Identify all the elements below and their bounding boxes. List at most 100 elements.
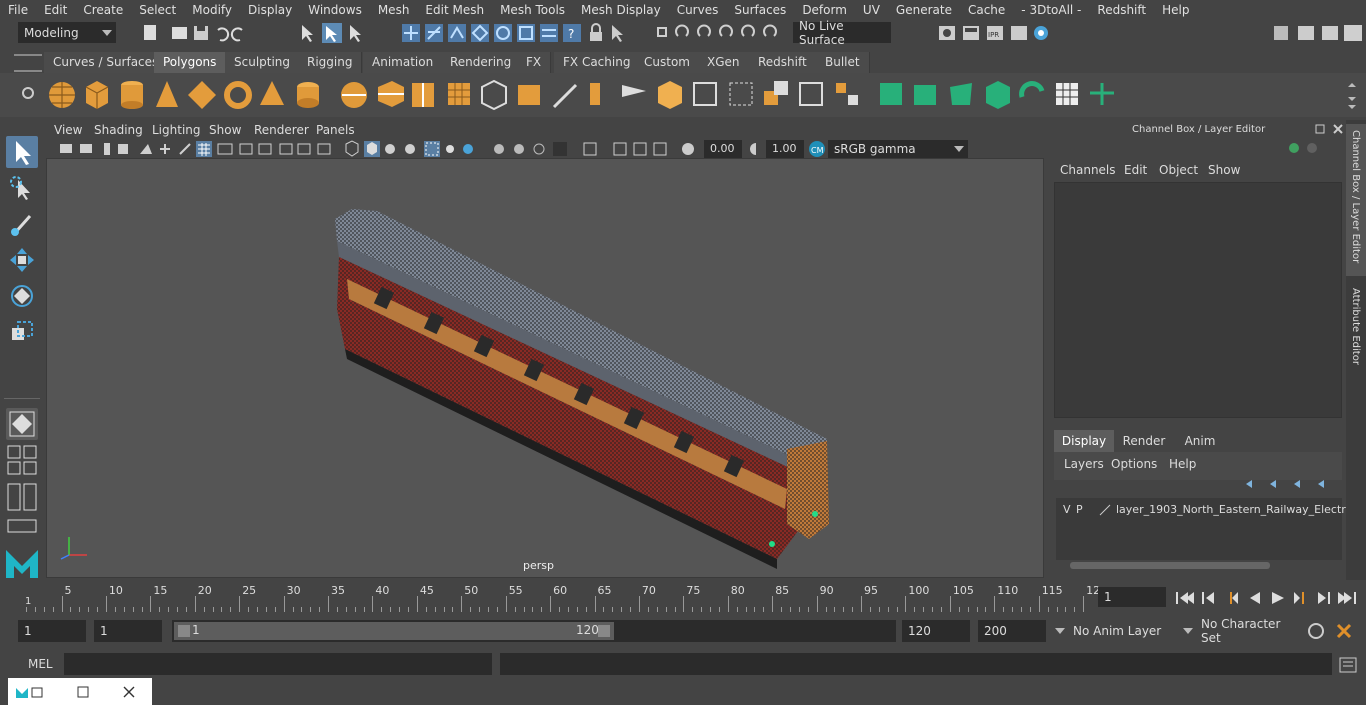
tab-polygons[interactable]: Polygons bbox=[154, 52, 227, 73]
layer-tab-anim[interactable]: Anim bbox=[1174, 430, 1226, 452]
vp-menu-lighting[interactable]: Lighting bbox=[152, 123, 201, 137]
soft-select-tool[interactable] bbox=[6, 408, 38, 440]
tab-rigging[interactable]: Rigging bbox=[298, 52, 363, 73]
channel-box-icons[interactable] bbox=[1286, 140, 1326, 156]
rotate-tool[interactable] bbox=[6, 280, 38, 312]
workspace-dropdown[interactable]: Modeling bbox=[18, 22, 116, 43]
menu-modify[interactable]: Modify bbox=[184, 3, 240, 17]
layer-scrollbar[interactable] bbox=[1070, 562, 1270, 569]
uv-shelf-icons[interactable] bbox=[876, 77, 1126, 113]
playback-end-field[interactable]: 120 bbox=[902, 620, 970, 642]
viewport-tool-icons[interactable] bbox=[56, 140, 696, 158]
move-tool[interactable] bbox=[6, 244, 38, 276]
tab-animation[interactable]: Animation bbox=[363, 52, 444, 73]
playback-start-field[interactable]: 1 bbox=[94, 620, 162, 642]
menu-windows[interactable]: Windows bbox=[300, 3, 370, 17]
side-tab-attribute-editor[interactable]: Attribute Editor bbox=[1346, 284, 1366, 374]
layer-action-icons[interactable] bbox=[1242, 476, 1342, 492]
menu-display[interactable]: Display bbox=[240, 3, 300, 17]
layout-icons[interactable] bbox=[1270, 22, 1364, 44]
tab-bullet[interactable]: Bullet bbox=[816, 52, 870, 73]
color-space-dropdown[interactable]: sRGB gamma bbox=[828, 140, 968, 158]
cb-menu-show[interactable]: Show bbox=[1208, 163, 1240, 177]
menu-create[interactable]: Create bbox=[75, 3, 131, 17]
shelf-scroll-arrows[interactable] bbox=[1346, 81, 1358, 111]
menu-surfaces[interactable]: Surfaces bbox=[726, 3, 794, 17]
vp-menu-renderer[interactable]: Renderer bbox=[254, 123, 309, 137]
layer-playback-toggle[interactable]: P bbox=[1076, 503, 1083, 516]
tab-curves-surfaces[interactable]: Curves / Surfaces bbox=[44, 52, 169, 73]
select-tool[interactable] bbox=[6, 136, 38, 168]
scene-start-field[interactable]: 1 bbox=[18, 620, 86, 642]
file-icons[interactable] bbox=[138, 22, 256, 44]
auto-key-icons[interactable] bbox=[1306, 621, 1362, 641]
menu-uv[interactable]: UV bbox=[855, 3, 888, 17]
menu-generate[interactable]: Generate bbox=[888, 3, 960, 17]
layer-tab-render[interactable]: Render bbox=[1118, 430, 1170, 452]
shelf-menu-icon[interactable] bbox=[14, 54, 42, 72]
time-ruler[interactable]: 5 10 15 20 25 30 35 40 45 50 55 60 65 70 75 80 85 90 95 100… bbox=[18, 584, 1100, 612]
layer-row[interactable]: V P layer_1903_North_Eastern_Railway_Ele… bbox=[1056, 500, 1360, 520]
component-mode-icons[interactable]: ? bbox=[400, 22, 634, 44]
layer-menu-help[interactable]: Help bbox=[1169, 457, 1196, 471]
layer-menu-layers[interactable]: Layers bbox=[1064, 457, 1104, 471]
range-start-grip[interactable] bbox=[178, 625, 190, 637]
range-slider-handle[interactable] bbox=[174, 622, 614, 640]
tab-custom[interactable]: Custom bbox=[635, 52, 700, 73]
scene-end-field[interactable]: 200 bbox=[978, 620, 1046, 642]
menu-deform[interactable]: Deform bbox=[794, 3, 855, 17]
shelf-settings-icon[interactable] bbox=[20, 85, 36, 101]
menu-help[interactable]: Help bbox=[1154, 3, 1197, 17]
menu-cache[interactable]: Cache bbox=[960, 3, 1013, 17]
menu-edit-mesh[interactable]: Edit Mesh bbox=[417, 3, 492, 17]
side-tab-channel-box[interactable]: Channel Box / Layer Editor bbox=[1346, 124, 1366, 276]
tab-rendering[interactable]: Rendering bbox=[441, 52, 522, 73]
command-input[interactable] bbox=[64, 653, 492, 675]
vp-menu-panels[interactable]: Panels bbox=[316, 123, 355, 137]
layer-color-icon[interactable] bbox=[1098, 503, 1112, 517]
window-controls[interactable] bbox=[14, 684, 154, 700]
tab-sculpting[interactable]: Sculpting bbox=[225, 52, 301, 73]
cb-menu-object[interactable]: Object bbox=[1159, 163, 1198, 177]
cb-menu-channels[interactable]: Channels bbox=[1060, 163, 1116, 177]
channel-list-area[interactable] bbox=[1054, 182, 1342, 418]
vp-menu-show[interactable]: Show bbox=[209, 123, 241, 137]
range-end-grip[interactable] bbox=[598, 625, 610, 637]
vp-menu-shading[interactable]: Shading bbox=[94, 123, 143, 137]
layer-name[interactable]: layer_1903_North_Eastern_Railway_Electri… bbox=[1116, 503, 1360, 516]
live-surface-field[interactable]: No Live Surface bbox=[793, 19, 891, 47]
menu-mesh-tools[interactable]: Mesh Tools bbox=[492, 3, 573, 17]
exposure-field[interactable]: 0.00 bbox=[704, 140, 742, 158]
range-slider[interactable]: 1 120 bbox=[172, 620, 896, 642]
minimized-window-tab[interactable] bbox=[8, 678, 152, 705]
menu-3dtoall[interactable]: - 3DtoAll - bbox=[1013, 3, 1089, 17]
anim-layer-dropdown[interactable]: No Anim Layer bbox=[1050, 620, 1174, 641]
menu-edit[interactable]: Edit bbox=[36, 3, 75, 17]
tab-fx-caching[interactable]: FX Caching bbox=[554, 52, 641, 73]
tab-fx[interactable]: FX bbox=[517, 52, 552, 73]
character-set-dropdown[interactable]: No Character Set bbox=[1178, 617, 1302, 645]
lasso-tool[interactable] bbox=[6, 172, 38, 204]
select-mode-icons[interactable] bbox=[296, 22, 386, 44]
menu-file[interactable]: File bbox=[0, 3, 36, 17]
layer-visibility-toggle[interactable]: V bbox=[1063, 503, 1071, 516]
layer-tab-display[interactable]: Display bbox=[1054, 430, 1114, 452]
current-frame-field[interactable]: 1 bbox=[1098, 587, 1166, 607]
scale-tool[interactable] bbox=[6, 316, 38, 348]
paint-select-tool[interactable] bbox=[6, 208, 38, 240]
vp-menu-view[interactable]: View bbox=[54, 123, 82, 137]
menu-select[interactable]: Select bbox=[131, 3, 184, 17]
command-language-label[interactable]: MEL bbox=[28, 657, 53, 671]
snap-icons[interactable] bbox=[652, 22, 792, 44]
time-slider[interactable]: 5 10 15 20 25 30 35 40 45 50 55 60 65 70 75 80 85 90 95 100… bbox=[0, 582, 1366, 614]
color-management-icon[interactable]: CM bbox=[808, 140, 826, 158]
layer-menu-options[interactable]: Options bbox=[1111, 457, 1157, 471]
perspective-viewport[interactable]: persp bbox=[46, 158, 1044, 578]
playback-controls[interactable] bbox=[1172, 586, 1360, 610]
menu-curves[interactable]: Curves bbox=[669, 3, 727, 17]
poly-primitive-icons[interactable] bbox=[46, 77, 866, 113]
tab-redshift[interactable]: Redshift bbox=[749, 52, 817, 73]
gamma-field[interactable]: 1.00 bbox=[766, 140, 804, 158]
menu-mesh[interactable]: Mesh bbox=[370, 3, 418, 17]
menu-mesh-display[interactable]: Mesh Display bbox=[573, 3, 669, 17]
